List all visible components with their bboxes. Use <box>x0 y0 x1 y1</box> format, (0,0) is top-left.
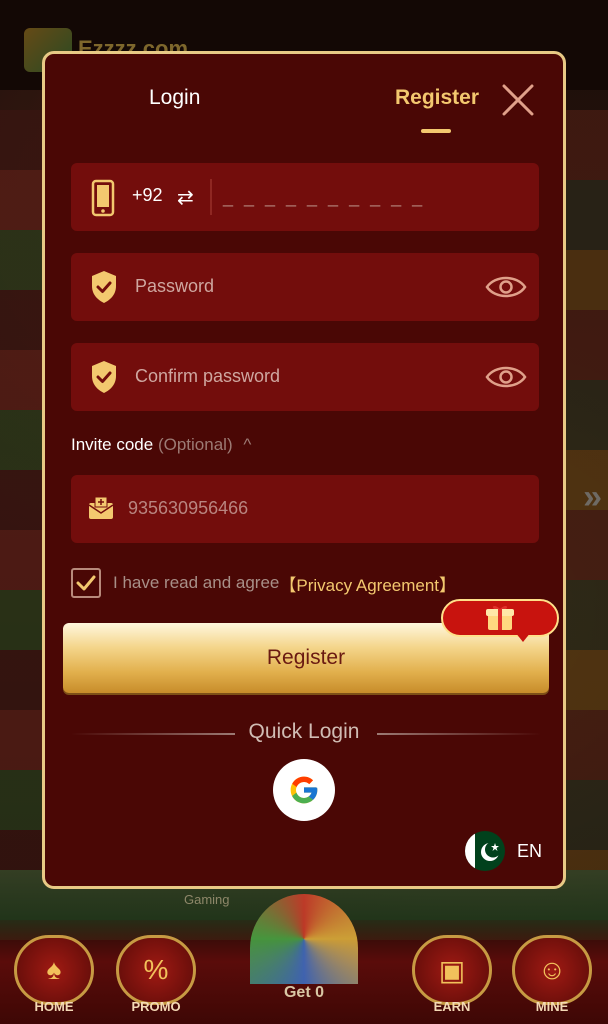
check-icon <box>76 575 96 591</box>
nav-get[interactable]: Get 0 <box>254 984 354 1002</box>
shield-icon <box>92 271 116 303</box>
invite-code-field[interactable]: 935630956466 <box>71 475 539 543</box>
chevron-up-icon: ^ <box>243 435 252 454</box>
field-divider <box>210 179 212 215</box>
gaming-label: Gaming <box>184 892 230 907</box>
language-selector[interactable]: EN <box>465 831 542 871</box>
confirm-password-input[interactable]: Confirm password <box>135 366 280 387</box>
close-icon <box>502 84 534 116</box>
google-login-button[interactable] <box>273 759 335 821</box>
close-button[interactable] <box>500 82 536 118</box>
agreement-checkbox[interactable] <box>71 568 101 598</box>
google-icon <box>290 776 318 804</box>
nav-mine[interactable]: ☺ MINE <box>502 935 602 1014</box>
shield-icon <box>92 361 116 393</box>
eye-icon[interactable] <box>485 361 527 393</box>
promo-icon: % <box>116 935 196 1005</box>
gift-box-icon: ▣ <box>412 935 492 1005</box>
country-code[interactable]: +92 <box>132 185 163 206</box>
tab-login[interactable]: Login <box>149 86 200 110</box>
register-modal: Login Register +92 ⇄ _ _ _ _ _ _ _ _ _ _… <box>42 51 566 889</box>
mine-icon: ☺ <box>512 935 592 1005</box>
eye-icon[interactable] <box>485 271 527 303</box>
phone-input[interactable]: _ _ _ _ _ _ _ _ _ _ <box>223 187 425 208</box>
tab-register[interactable]: Register <box>395 86 479 110</box>
home-icon: ♠ <box>14 935 94 1005</box>
confirm-password-field[interactable]: Confirm password <box>71 343 539 411</box>
swap-icon[interactable]: ⇄ <box>177 185 194 210</box>
pakistan-flag-icon <box>465 831 505 871</box>
invite-code-input[interactable]: 935630956466 <box>128 498 248 519</box>
game-tiles-left <box>0 110 44 870</box>
password-field[interactable]: Password <box>71 253 539 321</box>
quick-login-title: Quick Login <box>248 720 360 743</box>
nav-home[interactable]: ♠ HOME <box>4 935 104 1014</box>
envelope-icon <box>88 496 114 519</box>
agreement-row: I have read and agree 【Privacy Agreement… <box>71 568 456 598</box>
active-tab-indicator <box>421 129 451 133</box>
gift-icon <box>486 605 514 630</box>
invite-code-label: Invite code <box>71 435 154 454</box>
gift-bubble-tail <box>515 632 531 642</box>
invite-optional-label: (Optional) <box>157 435 233 454</box>
bottom-nav: ♠ HOME % PROMO Get 0 ▣ EARN ☺ MINE <box>0 894 608 1024</box>
language-code: EN <box>517 840 543 861</box>
phone-field[interactable]: +92 ⇄ _ _ _ _ _ _ _ _ _ _ <box>71 163 539 231</box>
password-input[interactable]: Password <box>135 276 214 297</box>
agreement-text: I have read and agree <box>113 573 280 592</box>
nav-promo[interactable]: % PROMO <box>106 935 206 1014</box>
nav-earn[interactable]: ▣ EARN <box>402 935 502 1014</box>
privacy-agreement-link[interactable]: 【Privacy Agreement】 <box>279 571 456 596</box>
scroll-right-icon: » <box>583 478 602 516</box>
phone-icon <box>91 179 115 217</box>
invite-code-toggle[interactable]: Invite code (Optional) ^ <box>71 435 251 455</box>
